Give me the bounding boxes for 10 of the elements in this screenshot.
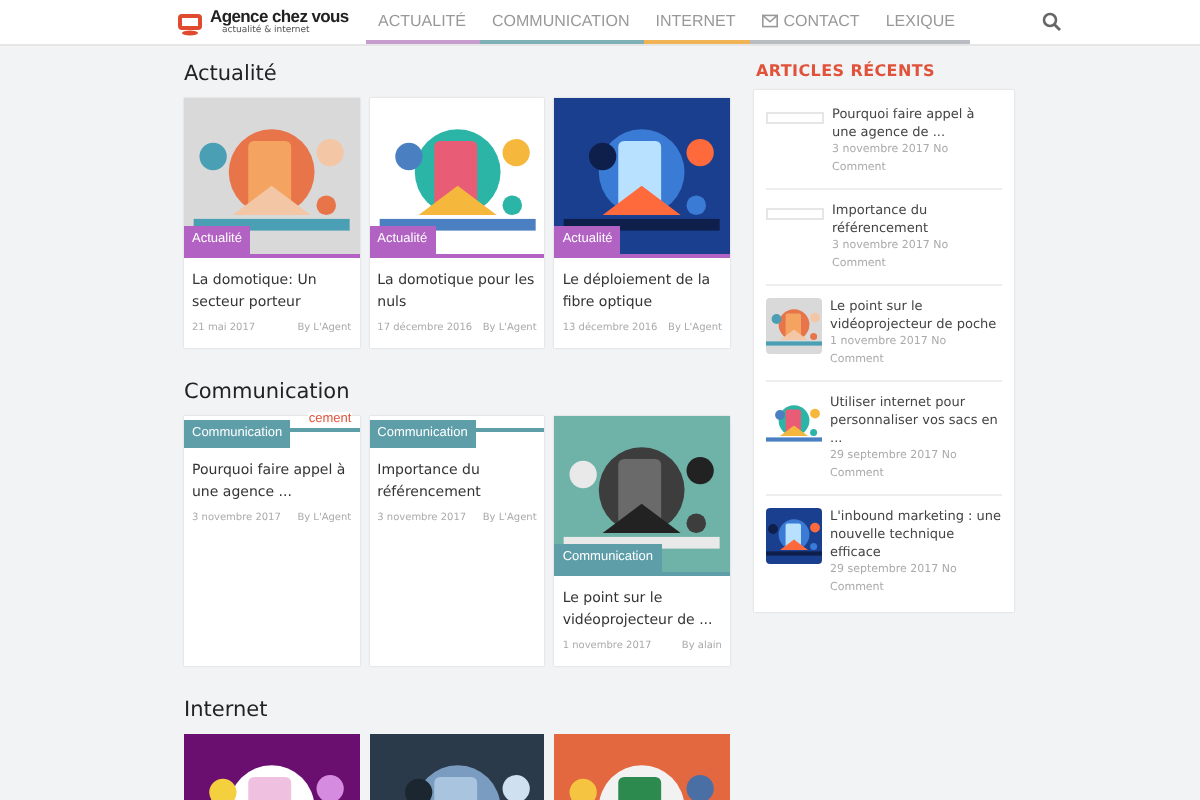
site-logo-title[interactable]: Agence chez vous — [210, 8, 349, 25]
sidebar-heading: ARTICLES RÉCENTS — [756, 62, 937, 82]
section-heading: Communication — [184, 380, 352, 404]
search-icon[interactable] — [1041, 12, 1062, 32]
broken-image-icon — [766, 112, 824, 124]
tv-icon[interactable] — [176, 8, 204, 36]
broken-image-icon — [766, 208, 824, 220]
section-heading: Internet — [184, 698, 270, 722]
section-heading: Actualité — [184, 62, 279, 86]
mail-icon[interactable] — [761, 13, 778, 27]
